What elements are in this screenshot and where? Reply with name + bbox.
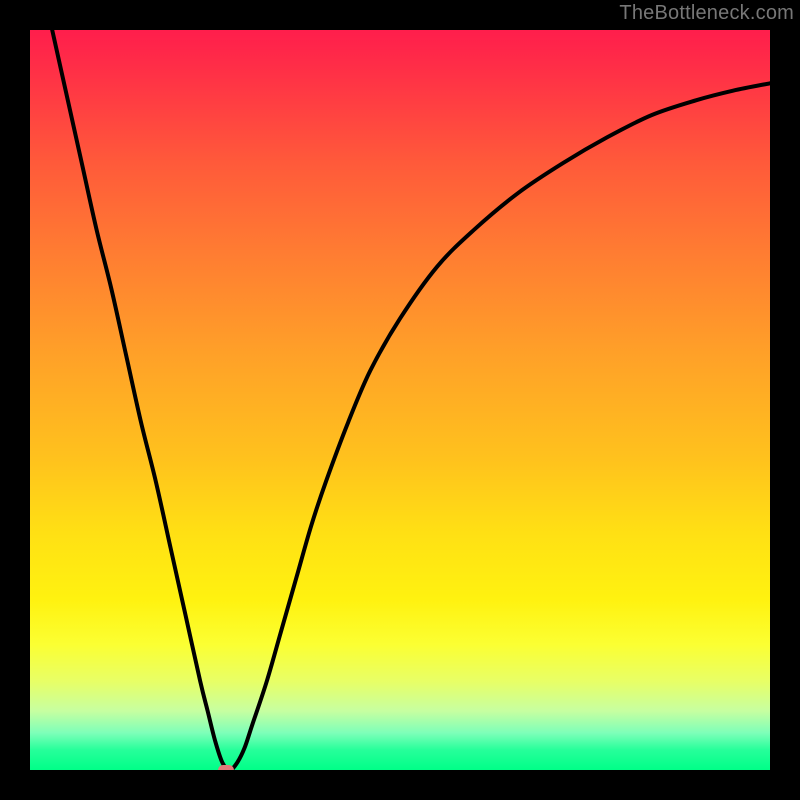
chart-frame: TheBottleneck.com — [0, 0, 800, 800]
attribution-label: TheBottleneck.com — [619, 2, 794, 25]
bottleneck-curve — [30, 30, 770, 770]
plot-area — [30, 30, 770, 770]
curve-path — [52, 30, 770, 770]
optimal-marker — [218, 765, 234, 770]
